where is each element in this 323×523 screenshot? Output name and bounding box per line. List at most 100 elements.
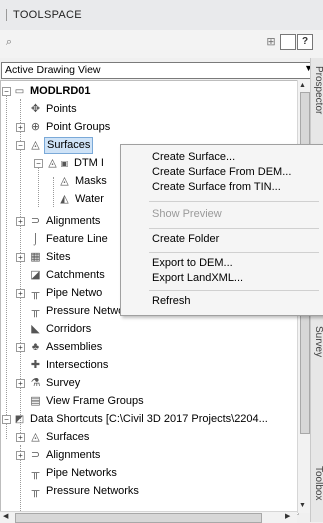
collapse-icon[interactable]: −	[2, 415, 11, 424]
feature-line-icon: ⌡	[32, 233, 39, 245]
tree-node-label: Surfaces	[44, 137, 94, 154]
tree-node-label: Point Groups	[46, 121, 111, 133]
tree-node-intersections[interactable]: ✚ Intersections	[1, 357, 201, 374]
search-icon[interactable]: ⌕	[2, 35, 16, 49]
toolbar: ⌕ ⊞ ?	[0, 30, 323, 58]
toolspace-titlebar[interactable]: TOOLSPACE	[0, 0, 323, 31]
watersheds-icon: ◭	[60, 193, 69, 205]
point-groups-icon: ⊕	[30, 121, 41, 133]
points-icon: ✥	[30, 103, 41, 115]
collapse-icon[interactable]: −	[34, 159, 43, 168]
menu-item-export-landxml[interactable]: Export LandXML...	[152, 272, 243, 284]
expand-icon[interactable]: +	[16, 123, 25, 132]
tree-node-label: Points	[46, 103, 77, 115]
menu-separator	[149, 228, 319, 229]
menu-separator	[149, 290, 319, 291]
intersections-icon: ✚	[30, 359, 41, 371]
tree-node-assemblies[interactable]: + ♣ Assemblies	[1, 339, 201, 356]
tree-node-label: Assemblies	[46, 341, 103, 353]
item-view-icon[interactable]: ⊞	[264, 35, 278, 49]
scroll-left-icon[interactable]: ◀	[3, 512, 8, 520]
tree-node-data-shortcuts[interactable]: − ◩ Data Shortcuts [C:\Civil 3D 2017 Pro…	[1, 411, 298, 428]
scroll-up-icon[interactable]: ▲	[299, 82, 306, 89]
expand-icon[interactable]: +	[16, 217, 25, 226]
tree-node-label: Sites	[46, 251, 71, 263]
alignments-icon: ⊃	[30, 215, 41, 227]
tree-node-label: Corridors	[46, 323, 92, 335]
toggle-panel-icon[interactable]	[280, 34, 296, 50]
tree-node-point-groups[interactable]: + ⊕ Point Groups	[1, 119, 201, 136]
tree-node-label: Data Shortcuts [C:\Civil 3D 2017 Project…	[30, 413, 268, 425]
tree-node-ds-pressure-networks[interactable]: ╥ Pressure Networks	[1, 483, 201, 500]
tab-prospector[interactable]: Prospector	[311, 66, 323, 114]
expand-icon[interactable]: +	[16, 289, 25, 298]
panel-title: TOOLSPACE	[13, 9, 82, 21]
context-menu: Create Surface... Create Surface From DE…	[120, 144, 323, 316]
pressure-networks-icon: ╥	[31, 485, 40, 497]
tree-node-label: Pipe Networks	[46, 467, 117, 479]
horizontal-scrollbar[interactable]: ◀ ▶	[0, 511, 297, 523]
scroll-right-icon[interactable]: ▶	[285, 512, 290, 520]
tree-node-label: Alignments	[46, 449, 101, 461]
menu-item-create-surface-from-dem[interactable]: Create Surface From DEM...	[152, 166, 291, 178]
menu-item-create-surface[interactable]: Create Surface...	[152, 151, 235, 163]
tree-node-label: View Frame Groups	[46, 395, 144, 407]
collapse-icon[interactable]: −	[2, 87, 11, 96]
collapse-icon[interactable]: −	[16, 141, 25, 150]
surfaces-icon: ◬	[31, 139, 40, 151]
tree-node-label: Pressure Networks	[46, 485, 139, 497]
masks-icon: ◬	[60, 175, 69, 187]
tree-node-label: Surfaces	[46, 431, 90, 443]
expand-icon[interactable]: +	[16, 253, 25, 262]
expand-icon[interactable]: +	[16, 433, 25, 442]
tree-node-survey[interactable]: + ⚗ Survey	[1, 375, 201, 392]
drag-grip[interactable]	[6, 9, 7, 21]
pressure-networks-icon: ╥	[31, 305, 40, 317]
assemblies-icon: ♣	[31, 341, 40, 353]
pipe-networks-icon: ╥	[31, 467, 40, 479]
menu-separator	[149, 201, 319, 202]
view-selector[interactable]: Active Drawing View ▼	[1, 62, 316, 79]
view-frame-groups-icon: ▤	[30, 395, 41, 407]
tree-node-view-frame-groups[interactable]: ▤ View Frame Groups	[1, 393, 201, 410]
menu-item-create-folder[interactable]: Create Folder	[152, 233, 219, 245]
tree-node-points[interactable]: ✥ Points	[1, 101, 201, 118]
pipe-networks-icon: ╥	[31, 287, 40, 299]
tree-node-ds-alignments[interactable]: + ⊃ Alignments	[1, 447, 201, 464]
survey-icon: ⚗	[30, 377, 41, 389]
tree-node-label: Masks	[75, 175, 107, 187]
tree-node-label: Feature Line	[46, 233, 108, 245]
data-shortcuts-icon: ◩	[14, 414, 25, 425]
menu-item-export-to-dem[interactable]: Export to DEM...	[152, 257, 233, 269]
scroll-down-icon[interactable]: ▼	[299, 502, 306, 509]
tree-node-label: Pipe Netwo	[46, 287, 103, 299]
catchments-icon: ◪	[30, 269, 41, 281]
surfaces-icon: ◬	[31, 431, 40, 443]
tree-node-label: DTM I	[74, 157, 104, 169]
tab-toolbox[interactable]: Toolbox	[311, 466, 323, 500]
tree-node-corridors[interactable]: ◣ Corridors	[1, 321, 201, 338]
tree-node-drawing[interactable]: − ▭ MODLRD01	[1, 83, 201, 100]
surface-style-icon: ▣	[60, 159, 69, 168]
tree-node-ds-surfaces[interactable]: + ◬ Surfaces	[1, 429, 201, 446]
menu-item-create-surface-from-tin[interactable]: Create Surface from TIN...	[152, 181, 281, 193]
menu-separator	[149, 252, 319, 253]
tree-node-label: MODLRD01	[30, 85, 91, 97]
tree-node-label: Water	[75, 193, 104, 205]
tree-node-label: Survey	[46, 377, 81, 389]
expand-icon[interactable]: +	[16, 343, 25, 352]
view-selector-value: Active Drawing View	[5, 64, 101, 76]
tree-node-label: Alignments	[46, 215, 101, 227]
tree-node-ds-pipe-networks[interactable]: ╥ Pipe Networks	[1, 465, 201, 482]
tree-node-label: Intersections	[46, 359, 109, 371]
sites-icon: ▦	[30, 251, 41, 263]
expand-icon[interactable]: +	[16, 451, 25, 460]
help-icon[interactable]: ?	[297, 34, 313, 50]
expand-icon[interactable]: +	[16, 379, 25, 388]
corridors-icon: ◣	[31, 323, 40, 335]
tab-survey[interactable]: Survey	[311, 326, 323, 357]
menu-item-refresh[interactable]: Refresh	[152, 295, 191, 307]
alignments-icon: ⊃	[30, 449, 41, 461]
drawing-icon: ▭	[14, 86, 25, 97]
menu-item-show-preview[interactable]: Show Preview	[152, 208, 222, 220]
